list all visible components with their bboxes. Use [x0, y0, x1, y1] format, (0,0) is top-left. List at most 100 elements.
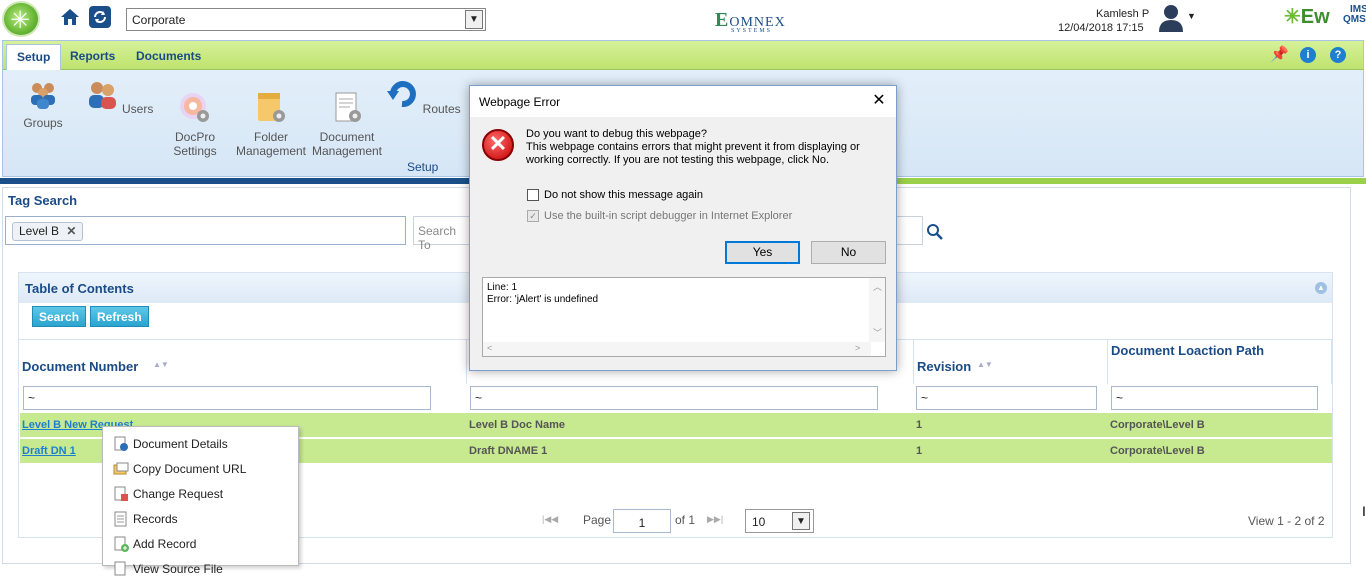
document-name-cell: Level B Doc Name: [469, 419, 565, 431]
column-header-label: Document Loaction Path: [1111, 343, 1265, 358]
remove-tag-icon[interactable]: ✕: [66, 224, 76, 238]
folder-management-icon: [258, 93, 285, 122]
scroll-up-icon[interactable]: ︿: [873, 280, 882, 293]
search-input-end[interactable]: [896, 216, 923, 245]
sort-icon[interactable]: ▲▼: [153, 360, 169, 369]
page-size-value: 10: [752, 515, 766, 529]
checkbox-box: ✓: [527, 210, 539, 222]
filter-document-number[interactable]: ~: [23, 386, 431, 410]
horizontal-scrollbar[interactable]: < >: [483, 342, 871, 356]
dialog-title: Webpage Error: [479, 95, 561, 109]
organization-select[interactable]: Corporate ▼: [126, 8, 486, 31]
column-header-location-path[interactable]: Document Loaction Path: [1108, 339, 1332, 384]
page-number-input[interactable]: 1: [613, 509, 671, 533]
groups-icon: [31, 83, 55, 109]
toc-title: Table of Contents: [25, 281, 134, 296]
dialog-title-bar: Webpage Error ✕: [470, 86, 896, 117]
users-button[interactable]: Users: [81, 77, 157, 116]
last-page-icon[interactable]: ▶▶|: [707, 514, 723, 525]
first-page-icon[interactable]: |◀◀: [542, 514, 558, 525]
search-text-input[interactable]: Search To: [413, 216, 473, 252]
location-path-cell: Corporate\Level B: [1110, 419, 1205, 431]
app-header: ✳ Corporate ▼ EOMNEX SYSTEMS Kamlesh P 1…: [0, 0, 1366, 40]
tab-reports[interactable]: Reports: [60, 44, 125, 70]
groups-label: Groups: [23, 116, 63, 130]
users-label: Users: [122, 102, 154, 116]
error-line: Line: 1: [487, 282, 518, 293]
dialog-message: Do you want to debug this webpage? This …: [526, 128, 886, 167]
filter-revision[interactable]: ~: [916, 386, 1097, 410]
docpro-settings-icon: [180, 93, 209, 122]
home-icon[interactable]: [58, 5, 82, 29]
dialog-description: This webpage contains errors that might …: [526, 141, 860, 166]
tab-documents[interactable]: Documents: [126, 44, 211, 70]
vertical-scrollbar[interactable]: ︿ ﹀: [869, 278, 885, 342]
document-management-label: Document Management: [311, 130, 383, 158]
refresh-icon[interactable]: [88, 5, 112, 29]
groups-button[interactable]: Groups: [5, 77, 81, 130]
error-text: Error: 'jAlert' is undefined: [487, 294, 599, 305]
close-icon[interactable]: ✕: [870, 92, 888, 110]
context-menu: Document Details Copy Document URL Chang…: [102, 426, 299, 576]
tag-search-title: Tag Search: [8, 193, 78, 208]
column-header-revision[interactable]: Revision ▲▼: [914, 339, 1108, 384]
scroll-down-icon[interactable]: ﹀: [873, 326, 882, 339]
collapse-icon[interactable]: ▲: [1315, 282, 1327, 294]
sort-icon[interactable]: ▲▼: [977, 360, 993, 369]
text-cursor-icon: I: [1362, 503, 1366, 519]
chevron-down-icon[interactable]: ▼: [792, 512, 810, 530]
app-logo[interactable]: ✳: [2, 1, 40, 37]
routes-icon: [387, 81, 417, 108]
scroll-right-icon[interactable]: >: [855, 343, 860, 353]
records-icon: [114, 511, 127, 527]
routes-button[interactable]: Routes: [385, 77, 461, 116]
help-icon[interactable]: ?: [1330, 47, 1346, 63]
page-size-select[interactable]: 10 ▼: [745, 509, 814, 533]
column-header-label: Revision: [917, 359, 972, 374]
error-details-textarea[interactable]: Line: 1 Error: 'jAlert' is undefined ︿ ﹀…: [482, 277, 886, 357]
user-avatar-icon[interactable]: [1156, 2, 1186, 32]
tag-input[interactable]: Level B ✕: [5, 216, 406, 245]
chevron-down-icon[interactable]: ▼: [465, 10, 483, 29]
refresh-button[interactable]: Refresh: [90, 306, 149, 327]
folder-management-button[interactable]: Folder Management: [233, 77, 309, 158]
document-management-icon: [335, 92, 361, 122]
tag-chip: Level B ✕: [12, 222, 84, 241]
filter-location-path[interactable]: ~: [1111, 386, 1318, 410]
search-button[interactable]: Search: [32, 306, 87, 327]
ewqms-logo: ✳Ew IMS QMS: [1284, 4, 1366, 28]
dialog-question: Do you want to debug this webpage?: [526, 128, 708, 140]
add-record-icon: [114, 536, 129, 552]
user-menu-chevron-icon[interactable]: ▼: [1187, 11, 1196, 21]
column-header-label: Document Number: [22, 359, 139, 374]
checkbox-label: Use the built-in script debugger in Inte…: [544, 210, 793, 222]
menu-item-view-source-file[interactable]: View Source File: [103, 556, 298, 581]
document-management-button[interactable]: Document Management: [309, 77, 385, 158]
info-icon[interactable]: i: [1300, 47, 1316, 63]
menu-item-records[interactable]: Records: [103, 506, 298, 531]
no-button[interactable]: No: [811, 241, 886, 264]
menu-item-copy-document-url[interactable]: Copy Document URL: [103, 456, 298, 481]
ribbon-group-label: Setup: [407, 160, 439, 174]
ribbon-tab-bar: Setup Reports Documents 📌 i ?: [3, 41, 1363, 70]
docpro-settings-button[interactable]: DocPro Settings: [157, 77, 233, 158]
checkbox-label: Do not show this message again: [544, 189, 703, 201]
docpro-settings-label: DocPro Settings: [173, 130, 217, 158]
menu-item-add-record[interactable]: Add Record: [103, 531, 298, 556]
tag-chip-label: Level B: [19, 224, 60, 238]
filter-document-name[interactable]: ~: [470, 386, 878, 410]
document-name-cell: Draft DNAME 1: [469, 445, 548, 457]
current-datetime: 12/04/2018 17:15: [1058, 22, 1144, 34]
document-details-icon: [114, 436, 128, 451]
search-icon[interactable]: [926, 223, 944, 241]
menu-item-change-request[interactable]: Change Request: [103, 481, 298, 506]
tab-setup[interactable]: Setup: [6, 44, 62, 70]
scroll-left-icon[interactable]: <: [487, 343, 492, 353]
yes-button[interactable]: Yes: [725, 241, 800, 264]
document-number-link[interactable]: Draft DN 1: [22, 445, 76, 457]
checkbox-box[interactable]: [527, 189, 539, 201]
error-icon: ✕: [482, 129, 514, 161]
pin-icon[interactable]: 📌: [1270, 47, 1289, 63]
menu-item-document-details[interactable]: Document Details: [103, 431, 298, 456]
column-header-document-number[interactable]: Document Number ▲▼: [19, 339, 467, 384]
